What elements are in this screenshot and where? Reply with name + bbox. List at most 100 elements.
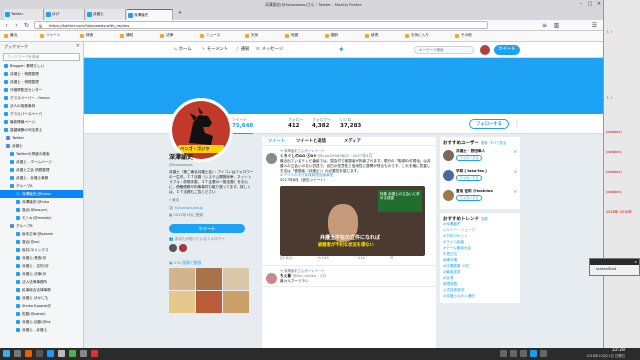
tab-tweets-and-replies[interactable]: ツイートと返信	[296, 138, 326, 144]
bookmark-item[interactable]: 深澤諭史(@fuka	[0, 198, 83, 206]
bookmark-item[interactable]: 弁護士之会 債務整理	[0, 166, 83, 174]
bookmark-item[interactable]: Blogger: 素晴らしい	[0, 62, 83, 70]
bookmark-item[interactable]: 法人の実務事例	[0, 102, 83, 110]
bookmark-item[interactable]: 弁護士・債務整理	[0, 70, 83, 78]
dismiss-icon[interactable]: ×	[514, 149, 517, 154]
bookmark-item[interactable]: 辞書	[365, 33, 378, 40]
bookmark-item[interactable]: Shoko Egawa(@	[0, 302, 83, 310]
sidebar-title[interactable]: ブックマーク	[4, 44, 28, 49]
stat-followers[interactable]: フォロワー 4,382	[312, 117, 331, 129]
tab[interactable]: ほげ	[45, 9, 85, 20]
bookmark-item[interactable]: ツイート	[40, 33, 60, 40]
suggested-user-name[interactable]: 平和 [ taka-fas ]	[456, 169, 517, 174]
follow-button[interactable]: フォローする	[469, 119, 509, 129]
bookmark-item[interactable]: 民事総合法律事務	[0, 286, 83, 294]
bookmark-item[interactable]: 法人法律事務所	[0, 278, 83, 286]
tweet-meta[interactable]: @the_midku · 1分	[293, 273, 326, 278]
bookmark-item[interactable]: 検索	[80, 33, 93, 40]
bookmark-item[interactable]: 天気	[245, 33, 258, 40]
bookmark-item[interactable]: 弁護士・債務整理	[0, 78, 83, 86]
suggested-user[interactable]: 豊島 佐和 @toshima フォローする ×	[443, 189, 517, 206]
file-manager-taskbar-icon[interactable]	[47, 350, 54, 357]
bookmark-item[interactable]: 弁護士 - 吉村(@	[0, 262, 83, 270]
start-menu-icon[interactable]	[3, 350, 10, 357]
like-button[interactable]: ♡ 212	[354, 256, 377, 260]
retweet-button[interactable]: ⟲ 143	[318, 256, 341, 260]
bookmark-item[interactable]: Twitterの再度の検索	[0, 150, 83, 158]
tweet-meta[interactable]: @kuro19900802 · 2017年4月	[318, 153, 373, 158]
nav-moments[interactable]: ϟ モーメント	[202, 46, 228, 52]
tweet[interactable]: ⟲ 深澤諭史さんがリツイート くろぐしのGO ⓐ0⑨ @kuro19900802…	[262, 146, 436, 266]
app-taskbar-icon[interactable]	[80, 350, 87, 357]
bookmark-item[interactable]: ニュース	[200, 33, 220, 40]
tab-tweets[interactable]: ツイート	[268, 138, 285, 144]
profile-name[interactable]: 深澤諭史	[169, 152, 257, 161]
twitter-bird-icon[interactable]: ✦	[338, 45, 345, 54]
sidebar-toggle-icon[interactable]: ▥	[552, 21, 561, 30]
tweet-avatar[interactable]	[266, 272, 277, 284]
media-thumbnail[interactable]	[169, 268, 195, 290]
tweet-author[interactable]: くろぐしのGO ⓐ0⑨	[280, 153, 316, 158]
change-link[interactable]: 変更	[481, 217, 488, 221]
dm-button[interactable]: ✉	[390, 256, 393, 260]
url-bar[interactable]: 🔒 https://twitter.com/fukazawas/with_repl…	[34, 21, 488, 29]
tweet-author[interactable]: ちぇ新	[280, 273, 291, 278]
bookmark-item[interactable]: 佐藤(@satoh)	[0, 310, 83, 318]
stat-likes[interactable]: いいね 37,283	[340, 117, 361, 129]
menu-icon[interactable]: ☰	[590, 21, 599, 30]
app-taskbar-icon[interactable]	[69, 350, 76, 357]
maximize-button[interactable]: □	[586, 1, 594, 8]
bookmark-item[interactable]: 弁護士-加藤(@ka	[0, 318, 83, 326]
follow-button[interactable]: フォローする	[456, 175, 482, 181]
app-taskbar-icon[interactable]	[58, 350, 65, 357]
bookmark-item[interactable]: 翻訳	[325, 33, 338, 40]
view-all-link[interactable]: すべて見る	[490, 141, 507, 145]
dismiss-icon[interactable]: ×	[514, 169, 517, 174]
app-taskbar-icon[interactable]	[91, 350, 98, 357]
firefox-taskbar-icon[interactable]	[25, 350, 32, 357]
reload-icon[interactable]: ↻	[22, 21, 31, 30]
bookmark-folder[interactable]: グループB	[0, 222, 83, 230]
bookmark-item[interactable]: 弁護士 - 弁護士	[0, 326, 83, 334]
bookmark-item[interactable]: 弁護士 - 弁護士事務	[0, 174, 83, 182]
close-button[interactable]: ×	[595, 1, 603, 8]
avatar[interactable]	[443, 190, 454, 201]
mini-window-titlebar[interactable]: ×	[590, 259, 639, 265]
bookmark-item[interactable]: 冷蔵庫配送センター	[0, 86, 83, 94]
bookmark-item[interactable]: 落合(@sa)	[0, 238, 83, 246]
trend-item[interactable]: #弁護士の大人通信	[443, 294, 517, 300]
network-icon[interactable]	[540, 350, 547, 357]
bookmark-item[interactable]: お気に入り	[405, 33, 429, 40]
tweet[interactable]: ⟲ 深澤諭史さんがリツイート ちぇ新 @the_midku · 1分 最カルブー…	[262, 266, 436, 287]
refresh-link[interactable]: 更新	[481, 141, 488, 145]
avatar[interactable]	[179, 244, 187, 252]
followers-you-know-label[interactable]: 👥 あなたが知っているフォロワー	[169, 237, 257, 242]
media-thumbnail[interactable]	[223, 291, 249, 313]
profile-handle[interactable]: @fukazawas	[169, 162, 257, 167]
background-window[interactable]: ｌｉ ｌｉ (dolphin) (dolphin) (dolphin) (dol…	[603, 0, 640, 348]
media-thumbnail[interactable]	[169, 291, 195, 313]
bookmark-folder[interactable]: グループA	[0, 182, 83, 190]
bookmark-item[interactable]: 坂本正幸(@sakam	[0, 230, 83, 238]
suggested-user-name[interactable]: 豊島 佐和 @toshima	[456, 189, 517, 194]
tweet-video[interactable]: 特集 弁護士の立会いに求める捜査 弁護士不在の立件になれば 被疑者が不利な状況を…	[280, 185, 425, 256]
media-thumbnail[interactable]	[196, 268, 222, 290]
tray-icon[interactable]	[500, 350, 507, 357]
bookmark-item[interactable]: 通知	[120, 33, 133, 40]
bookmark-item[interactable]: グラスパースペーパ	[0, 110, 83, 118]
bookmark-item[interactable]: 高額報酬の司法書士	[0, 126, 83, 134]
follow-button[interactable]: フォローする	[456, 155, 482, 161]
bookmark-folder[interactable]: 弁護士	[0, 142, 83, 150]
nav-messages[interactable]: ✉ メッセージ	[256, 46, 283, 52]
media-label-text[interactable]: 232 画像と動画	[174, 260, 201, 265]
tab-active[interactable]: 深澤諭史	[127, 9, 173, 20]
avatar[interactable]	[443, 170, 454, 181]
bookmark-item[interactable]: グラスペーパー - fresno	[0, 94, 83, 102]
bookmark-item[interactable]: 深澤諭史(@fukaz	[0, 190, 83, 198]
tray-icon[interactable]	[510, 350, 517, 357]
dismiss-icon[interactable]: ×	[514, 189, 517, 194]
media-thumbnail[interactable]	[223, 268, 249, 290]
bookmark-item[interactable]: 坂井(3)リンクス	[0, 246, 83, 254]
tray-icon[interactable]	[520, 350, 527, 357]
bookmark-item[interactable]: 弁護士-長島(@	[0, 254, 83, 262]
